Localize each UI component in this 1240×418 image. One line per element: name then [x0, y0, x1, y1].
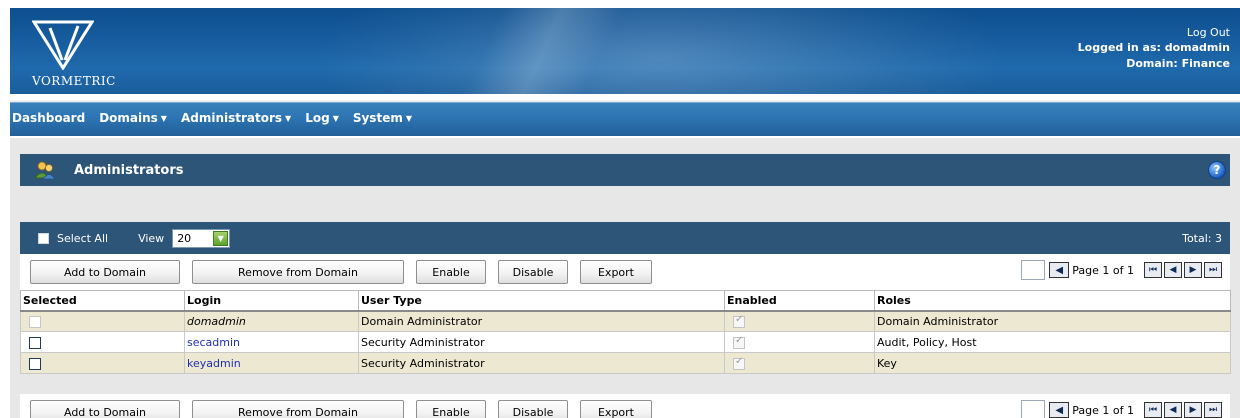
enabled-checkbox	[733, 335, 745, 349]
row-select-checkbox[interactable]	[29, 336, 41, 349]
nav-dashboard[interactable]: Dashboard	[12, 111, 85, 125]
login-cell: secadmin	[184, 331, 359, 353]
enabled-checkbox	[733, 356, 745, 370]
enable-button[interactable]: Enable	[416, 260, 486, 284]
pagination-bottom: ◀ Page 1 of 1 ⏮ ◀ ▶ ⏭	[1021, 400, 1222, 418]
go-to-page-icon[interactable]: ◀	[1049, 262, 1070, 278]
nav-administrators[interactable]: Administrators ▼	[181, 111, 291, 125]
logged-in-user: Logged in as: domadmin	[1077, 41, 1230, 54]
chevron-down-icon[interactable]: ▼	[213, 230, 229, 246]
table-header-row: Selected Login User Type Enabled Roles	[20, 290, 1231, 312]
roles-cell: Key	[874, 352, 1231, 374]
previous-page-icon[interactable]: ◀	[1164, 262, 1182, 278]
page-title: Administrators	[74, 162, 184, 178]
login-cell: keyadmin	[184, 352, 359, 374]
page-indicator: Page 1 of 1	[1072, 403, 1134, 417]
action-bar-bottom: Add to Domain Remove from Domain Enable …	[20, 394, 1230, 418]
current-domain: Domain: Finance	[1126, 57, 1230, 70]
row-select-checkbox[interactable]	[29, 357, 41, 370]
next-page-icon[interactable]: ▶	[1184, 402, 1202, 418]
nav-domains-label: Domains	[99, 111, 158, 125]
total-count: Total: 3	[1182, 231, 1222, 245]
logo-text: VORMETRIC	[32, 74, 116, 88]
pagination: ◀ Page 1 of 1 ⏮ ◀ ▶ ⏭	[1021, 260, 1222, 280]
row-select-cell	[20, 310, 185, 332]
nav-domains[interactable]: Domains ▼	[99, 111, 167, 125]
column-header-user-type[interactable]: User Type	[358, 290, 725, 312]
page-number-input[interactable]	[1021, 400, 1046, 418]
row-select-cell	[20, 352, 185, 374]
first-page-icon[interactable]: ⏮	[1144, 402, 1162, 418]
add-to-domain-button[interactable]: Add to Domain	[30, 260, 180, 284]
roles-cell: Audit, Policy, Host	[874, 331, 1231, 353]
table-row: keyadmin Security Administrator Key	[20, 352, 1231, 374]
column-header-selected[interactable]: Selected	[20, 290, 185, 312]
table-row: domadmin Domain Administrator Domain Adm…	[20, 310, 1231, 332]
remove-from-domain-button-bottom[interactable]: Remove from Domain	[192, 400, 404, 418]
row-select-cell	[20, 331, 185, 353]
enabled-cell	[724, 310, 875, 332]
view-label: View	[138, 231, 165, 245]
table-toolbar: Select All View 20 ▼ Total: 3	[20, 222, 1230, 254]
nav-dashboard-label: Dashboard	[12, 111, 86, 125]
login-link[interactable]: secadmin	[187, 336, 240, 349]
view-page-size-value: 20	[177, 231, 192, 245]
go-to-page-icon[interactable]: ◀	[1049, 402, 1070, 418]
user-type-cell: Security Administrator	[358, 352, 725, 374]
nav-log-label: Log	[305, 111, 330, 125]
last-page-icon[interactable]: ⏭	[1204, 402, 1222, 418]
user-type-cell: Domain Administrator	[358, 310, 725, 332]
disable-button-bottom[interactable]: Disable	[498, 400, 568, 418]
caret-down-icon: ▼	[160, 114, 167, 123]
vormetric-logo-icon	[32, 20, 94, 70]
view-page-size-select[interactable]: 20 ▼	[172, 228, 231, 248]
header-banner: VORMETRIC Log Out Logged in as: domadmin…	[10, 8, 1240, 94]
caret-down-icon: ▼	[332, 114, 339, 123]
login-cell: domadmin	[184, 310, 359, 332]
banner-decoration	[310, 8, 1010, 94]
roles-cell: Domain Administrator	[874, 310, 1231, 332]
remove-from-domain-button[interactable]: Remove from Domain	[192, 260, 404, 284]
select-all-checkbox[interactable]	[38, 232, 49, 244]
caret-down-icon: ▼	[405, 114, 412, 123]
panel-title-bar: Administrators ?	[20, 154, 1230, 186]
enabled-cell	[724, 352, 875, 374]
enabled-cell	[724, 331, 875, 353]
action-bar-top: Add to Domain Remove from Domain Enable …	[20, 254, 1230, 290]
select-all-label: Select All	[57, 231, 109, 245]
nav-system[interactable]: System ▼	[353, 111, 412, 125]
administrators-table: Selected Login User Type Enabled Roles d…	[20, 290, 1231, 374]
caret-down-icon: ▼	[285, 114, 292, 123]
page-number-input[interactable]	[1021, 260, 1046, 280]
first-page-icon[interactable]: ⏮	[1144, 262, 1162, 278]
users-icon	[34, 161, 56, 180]
login-value: domadmin	[187, 314, 246, 328]
row-select-checkbox	[29, 315, 41, 328]
nav-log[interactable]: Log ▼	[305, 111, 339, 125]
help-icon[interactable]: ?	[1208, 161, 1226, 179]
logout-link[interactable]: Log Out	[1078, 26, 1230, 39]
table-row: secadmin Security Administrator Audit, P…	[20, 331, 1231, 353]
add-to-domain-button-bottom[interactable]: Add to Domain	[30, 400, 180, 418]
nav-system-label: System	[352, 111, 403, 125]
export-button-bottom[interactable]: Export	[580, 400, 652, 418]
column-header-login[interactable]: Login	[184, 290, 359, 312]
main-nav: Dashboard Domains ▼ Administrators ▼ Log ▼ …	[10, 100, 1240, 136]
last-page-icon[interactable]: ⏭	[1204, 262, 1222, 278]
export-button[interactable]: Export	[580, 260, 652, 284]
user-type-cell: Security Administrator	[358, 331, 725, 353]
column-header-enabled[interactable]: Enabled	[724, 290, 875, 312]
login-link[interactable]: keyadmin	[187, 357, 241, 370]
page-indicator: Page 1 of 1	[1072, 263, 1134, 277]
previous-page-icon[interactable]: ◀	[1164, 402, 1182, 418]
column-header-roles[interactable]: Roles	[874, 290, 1231, 312]
enable-button-bottom[interactable]: Enable	[416, 400, 486, 418]
next-page-icon[interactable]: ▶	[1184, 262, 1202, 278]
nav-administrators-label: Administrators	[180, 111, 283, 125]
user-info: Log Out Logged in as: domadmin Domain: F…	[1078, 26, 1230, 70]
enabled-checkbox	[733, 314, 745, 328]
disable-button[interactable]: Disable	[498, 260, 568, 284]
